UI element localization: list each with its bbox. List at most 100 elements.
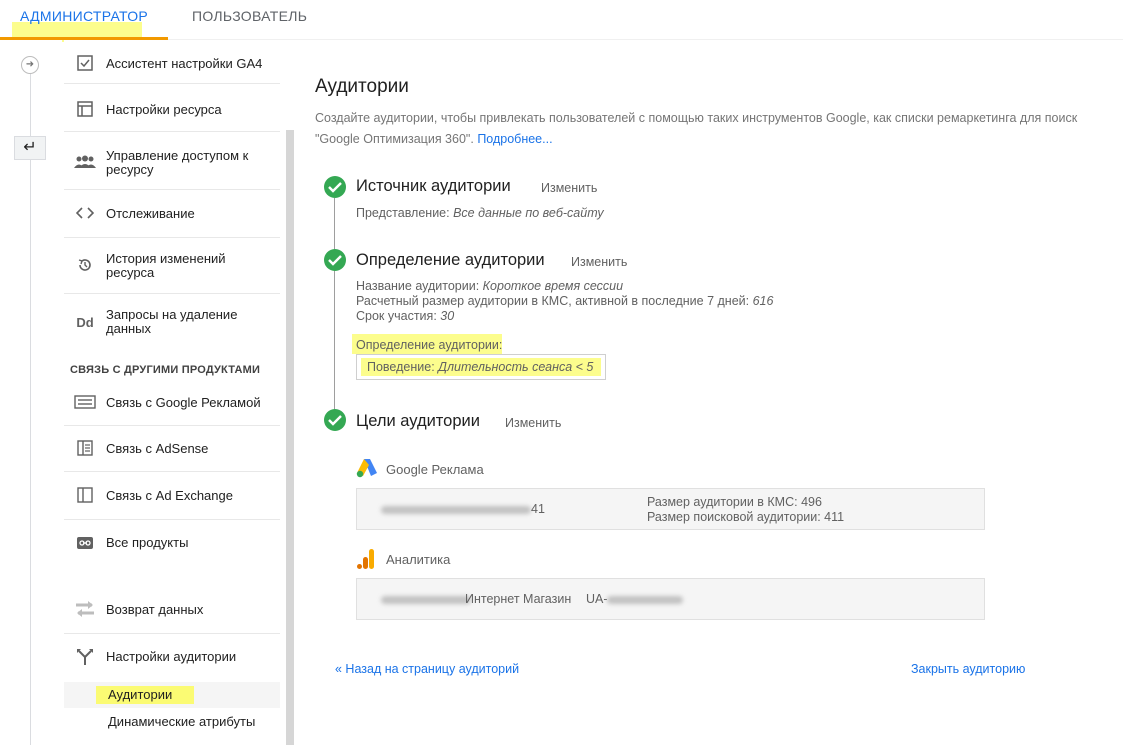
code-icon: [64, 205, 106, 223]
link-icon: [64, 534, 106, 552]
description-line-1: Создайте аудитории, чтобы привлекать пол…: [315, 111, 1078, 125]
membership-duration-line: Срок участия: 30: [356, 309, 773, 324]
step-title-audience-goals: Цели аудитории: [356, 412, 480, 430]
destination-name: Google Реклама: [386, 461, 484, 477]
audience-name-line: Название аудитории: Короткое время сесси…: [356, 279, 773, 294]
change-goals-link[interactable]: Изменить: [505, 416, 561, 430]
search-size: Размер поисковой аудитории: 411: [647, 510, 845, 524]
store-name: Интернет Магазин: [465, 592, 572, 606]
ads-icon: [64, 394, 106, 412]
left-rail: ➜ ↵: [0, 40, 62, 745]
definition-condition-box: Поведение: Длительность сеанса < 5: [356, 354, 606, 380]
detail-label: Расчетный размер аудитории в КМС, активн…: [356, 294, 750, 308]
account-id-suffix: 41: [531, 502, 545, 516]
destination-analytics: Аналитика: [356, 548, 450, 570]
nav-item-data-import[interactable]: Возврат данных: [64, 586, 280, 634]
destination-name: Аналитика: [386, 551, 451, 567]
adsense-icon: [64, 440, 106, 458]
nav-item-label: Отслеживание: [106, 205, 195, 221]
steps-connector-line: [334, 198, 335, 423]
detail-value: 616: [752, 294, 774, 308]
sub-item-label: Аудитории: [108, 687, 173, 702]
nav-item-tracking[interactable]: Отслеживание: [64, 190, 280, 238]
ua-prefix: UA-: [586, 592, 608, 606]
step-title-audience-definition: Определение аудитории: [356, 251, 545, 269]
definition-details: Название аудитории: Короткое время сесси…: [356, 279, 773, 324]
nav-item-adsense-link[interactable]: Связь с AdSense: [64, 426, 280, 472]
back-to-audiences-link[interactable]: « Назад на страницу аудиторий: [335, 662, 519, 676]
people-icon: [64, 154, 106, 172]
nav-item-label: Возврат данных: [106, 601, 204, 617]
redacted-account-id: [381, 506, 531, 514]
close-audience-link[interactable]: Закрыть аудиторию: [911, 662, 1025, 676]
learn-more-link[interactable]: Подробнее...: [477, 132, 552, 146]
google-ads-account-box: 41 Размер аудитории в КМС: 496 Размер по…: [356, 488, 985, 530]
nav-item-label: Связь с AdSense: [106, 440, 209, 456]
nav-item-all-products[interactable]: Все продукты: [64, 520, 280, 566]
sidebar-scrollbar[interactable]: [286, 130, 294, 745]
top-tab-bar: АДМИНИСТРАТОР ПОЛЬЗОВАТЕЛЬ: [0, 0, 1123, 42]
nav-item-adexchange-link[interactable]: Связь с Ad Exchange: [64, 472, 280, 520]
nav-item-data-deletion[interactable]: Dd Запросы на удаление данных: [64, 294, 280, 350]
gdn-size: Размер аудитории в КМС: 496: [647, 495, 822, 509]
google-ads-logo-icon: [356, 458, 380, 480]
description-line-2: "Google Оптимизация 360". Подробнее...: [315, 129, 1123, 150]
redacted-ua-id: [607, 596, 683, 604]
description-line-2-text: "Google Оптимизация 360".: [315, 132, 474, 146]
change-source-link[interactable]: Изменить: [541, 181, 597, 195]
main-content: Аудитории Создайте аудитории, чтобы прив…: [315, 40, 1123, 745]
change-definition-link[interactable]: Изменить: [571, 255, 627, 269]
nav-item-label: Настройки аудитории: [106, 649, 237, 664]
data-import-icon: [64, 600, 106, 618]
destination-google-ads: Google Реклама: [356, 458, 484, 480]
section-title-product-linking: СВЯЗЬ С ДРУГИМИ ПРОДУКТАМИ: [70, 364, 261, 376]
page-title: Аудитории: [315, 76, 409, 97]
tab-admin[interactable]: АДМИНИСТРАТОР: [0, 0, 168, 42]
sub-item-dynamic-attributes[interactable]: Динамические атрибуты: [64, 709, 280, 735]
sub-item-audiences[interactable]: Аудитории: [64, 682, 280, 708]
condition-text: Поведение: Длительность сеанса < 5: [367, 360, 594, 374]
detail-value: Короткое время сессии: [482, 279, 624, 293]
adexchange-icon: [64, 487, 106, 505]
tab-user-label: ПОЛЬЗОВАТЕЛЬ: [192, 8, 308, 24]
back-arrow-icon[interactable]: ↵: [14, 136, 46, 160]
audience-size-stats: Размер аудитории в КМС: 496 Размер поиск…: [647, 495, 844, 525]
nav-item-label: Ассистент настройки GA4: [106, 55, 263, 71]
audience-size-line: Расчетный размер аудитории в КМС, активн…: [356, 294, 773, 309]
nav-item-label: Все продукты: [106, 535, 189, 550]
rail-line: [30, 70, 31, 745]
check-circle-icon: [324, 249, 346, 271]
detail-label: Название аудитории:: [356, 279, 480, 293]
nav-item-google-ads-link[interactable]: Связь с Google Рекламой: [64, 380, 280, 426]
nav-item-ga4-assistant[interactable]: Ассистент настройки GA4: [64, 44, 280, 84]
nav-item-label: История изменений ресурса: [106, 250, 226, 280]
nav-item-access-management[interactable]: Управление доступом к ресурсу: [64, 136, 280, 190]
fork-icon: [64, 648, 106, 666]
tab-admin-label: АДМИНИСТРАТОР: [20, 8, 149, 24]
nav-item-label: Настройки ресурса: [106, 101, 222, 117]
nav-item-label: Запросы на удаление данных: [106, 307, 238, 336]
nav-item-label: Связь с Ad Exchange: [106, 487, 233, 503]
tab-user[interactable]: ПОЛЬЗОВАТЕЛЬ: [192, 0, 307, 40]
analytics-logo-icon: [356, 548, 380, 570]
detail-label: Срок участия:: [356, 309, 437, 323]
page-description: Создайте аудитории, чтобы привлекать пол…: [315, 108, 1123, 150]
nav-item-property-settings[interactable]: Настройки ресурса: [64, 88, 280, 132]
nav-item-label: Управление доступом к ресурсу: [106, 147, 249, 177]
history-icon: [64, 257, 106, 275]
checkbox-icon: [64, 55, 106, 73]
detail-value: Все данные по веб-сайту: [453, 206, 604, 220]
definition-label: Определение аудитории:: [352, 334, 502, 354]
dd-icon: Dd: [76, 314, 94, 330]
layout-icon: [64, 101, 106, 119]
check-circle-icon: [324, 176, 346, 198]
source-view-detail: Представление: Все данные по веб-сайту: [356, 206, 604, 221]
nav-item-audience-settings[interactable]: Настройки аудитории: [64, 634, 280, 680]
step-title-audience-source: Источник аудитории: [356, 177, 511, 195]
detail-value: 30: [440, 309, 455, 323]
nav-item-change-history[interactable]: История изменений ресурса: [64, 238, 280, 294]
detail-label: Представление:: [356, 206, 450, 220]
nav-item-label: Связь с Google Рекламой: [106, 394, 261, 410]
arrow-right-circle-icon[interactable]: ➜: [21, 56, 39, 74]
redacted-account-name: [381, 596, 471, 604]
